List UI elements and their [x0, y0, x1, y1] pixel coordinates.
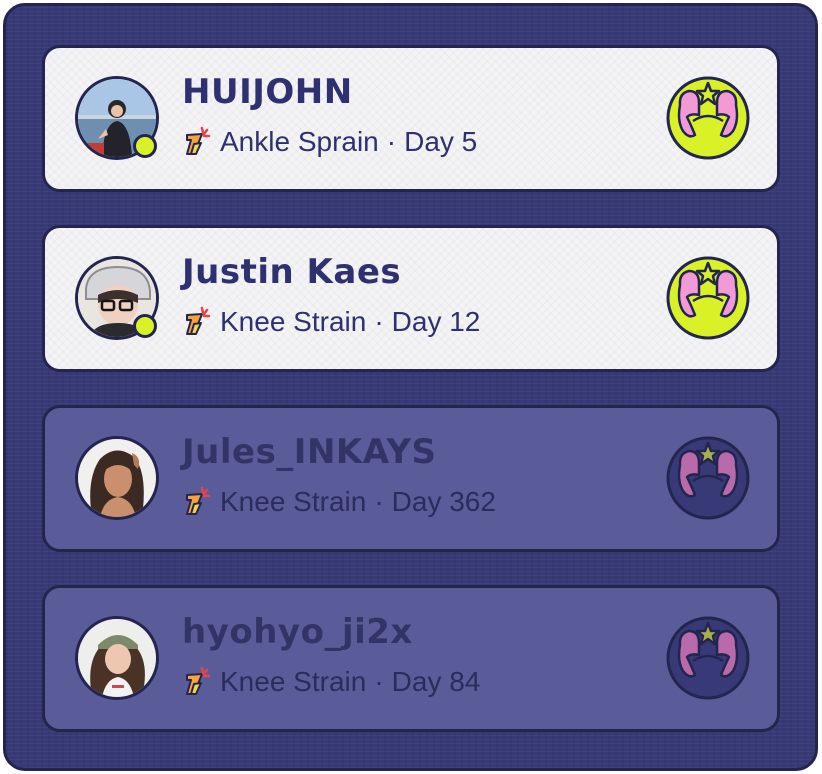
day-count: Day 5	[404, 126, 478, 157]
avatar-container	[75, 616, 159, 700]
user-card-jules-inkays[interactable]: Jules_INKAYS Knee Strain · Day 362	[42, 405, 780, 552]
separator-dot: ·	[374, 666, 384, 697]
high-five-badge-icon[interactable]	[665, 435, 751, 521]
injury-icon	[186, 306, 211, 335]
injury-icon	[186, 666, 211, 695]
user-card-justin-kaes[interactable]: Justin Kaes Knee Strain · Day 12	[42, 225, 780, 372]
injury-icon	[186, 486, 211, 515]
injury-label: Knee Strain	[220, 486, 367, 517]
user-card-huijohn[interactable]: HUIJOHN Ankle Sprain · Day 5	[42, 45, 780, 192]
injury-label: Knee Strain	[220, 306, 367, 337]
separator-dot: ·	[374, 306, 384, 337]
user-status-line: Knee Strain · Day 84	[182, 664, 480, 700]
separator-dot: ·	[374, 486, 384, 517]
avatar[interactable]	[75, 616, 159, 700]
day-count: Day 84	[391, 666, 481, 697]
injury-label: Knee Strain	[220, 666, 367, 697]
user-status-line: Knee Strain · Day 362	[182, 484, 496, 520]
separator-dot: ·	[386, 126, 397, 157]
injury-icon	[186, 126, 211, 155]
online-status-dot	[133, 314, 157, 338]
avatar-container	[75, 436, 159, 520]
avatar-container	[75, 76, 159, 160]
user-status-line: Ankle Sprain · Day 5	[182, 124, 477, 160]
day-count: Day 12	[391, 306, 481, 337]
user-name[interactable]: Justin Kaes	[182, 252, 401, 292]
day-count: Day 362	[391, 486, 496, 517]
user-card-hyohyo-ji2x[interactable]: hyohyo_ji2x Knee Strain · Day 84	[42, 585, 780, 732]
high-five-badge-icon[interactable]	[665, 75, 751, 161]
user-name[interactable]: Jules_INKAYS	[182, 432, 436, 472]
avatar-container	[75, 256, 159, 340]
avatar[interactable]	[75, 436, 159, 520]
injury-label: Ankle Sprain	[220, 126, 379, 157]
high-five-badge-icon[interactable]	[665, 255, 751, 341]
user-name[interactable]: hyohyo_ji2x	[182, 612, 413, 652]
online-status-dot	[133, 134, 157, 158]
user-name[interactable]: HUIJOHN	[182, 72, 353, 112]
user-status-line: Knee Strain · Day 12	[182, 304, 480, 340]
high-five-badge-icon[interactable]	[665, 615, 751, 701]
